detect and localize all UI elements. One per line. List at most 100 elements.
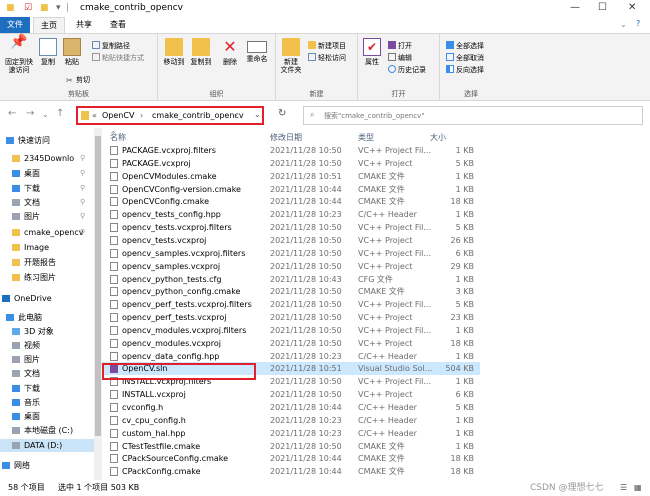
sidebar-item[interactable]: 下载 ⚲ <box>0 182 94 195</box>
open-button[interactable]: 打开 <box>388 41 412 51</box>
table-row[interactable]: INSTALL.vcxproj 2021/11/28 10:50 VC++ Proj… <box>102 388 480 401</box>
table-row[interactable]: opencv_tests.vcxproj 2021/11/28 10:50 VC++… <box>102 234 480 247</box>
table-row[interactable]: opencv_perf_tests.vcxproj 2021/11/28 10:5… <box>102 311 480 324</box>
dropdown-icon[interactable]: ⌄ <box>254 110 261 119</box>
tab-home[interactable]: 主页 <box>33 17 65 33</box>
sidebar-item[interactable]: 图片 <box>0 353 94 366</box>
delete-button[interactable]: ✕ 删除 <box>220 38 240 67</box>
sidebar-item[interactable]: OneDrive <box>0 292 94 305</box>
recent-chevron-icon[interactable]: ⌄ <box>42 110 49 119</box>
chevron-down-icon[interactable]: ⌄ <box>620 20 627 29</box>
table-row[interactable]: PACKAGE.vcxproj.filters 2021/11/28 10:50 V… <box>102 144 480 157</box>
breadcrumb-overflow[interactable]: « <box>92 111 97 120</box>
sidebar-item[interactable]: 本地磁盘 (C:) <box>0 424 94 437</box>
copy-button[interactable]: 复制 <box>38 38 58 66</box>
sidebar-item[interactable]: 开题报告 <box>0 256 94 269</box>
table-row[interactable]: opencv_data_config.hpp 2021/11/28 10:23 C/… <box>102 350 480 363</box>
table-row[interactable]: opencv_modules.vcxproj 2021/11/28 10:50 VC… <box>102 337 480 350</box>
copy-to-button[interactable]: 复制到 <box>189 38 213 66</box>
select-all-button[interactable]: 全部选择 <box>446 41 484 51</box>
pin-icon[interactable]: ⚲ <box>80 226 85 239</box>
refresh-icon[interactable]: ↻ <box>278 108 286 119</box>
table-row[interactable]: CPackSourceConfig.cmake 2021/11/28 10:44 C… <box>102 452 480 465</box>
tab-view[interactable]: 查看 <box>102 17 134 33</box>
move-to-button[interactable]: 移动到 <box>162 38 186 66</box>
table-row[interactable]: OpenCVModules.cmake 2021/11/28 10:51 CMAKE… <box>102 170 480 183</box>
properties-button[interactable]: ✔ 属性 <box>362 38 382 66</box>
sidebar-item[interactable]: 快速访问 <box>0 134 94 147</box>
sidebar-item[interactable]: 练习图片 <box>0 271 94 284</box>
table-row[interactable]: opencv_samples.vcxproj.filters 2021/11/28… <box>102 247 480 260</box>
select-none-button[interactable]: 全部取消 <box>446 53 484 63</box>
sidebar-item[interactable]: 下载 <box>0 382 94 395</box>
rename-button[interactable]: 重命名 <box>244 38 270 63</box>
column-type[interactable]: 类型 <box>358 132 374 143</box>
sidebar-item[interactable]: 桌面 <box>0 410 94 423</box>
scrollbar-thumb[interactable] <box>95 136 101 436</box>
new-folder-button[interactable]: 新建 文件夹 <box>278 38 304 74</box>
table-row[interactable]: OpenCVConfig-version.cmake 2021/11/28 10:… <box>102 183 480 196</box>
table-row[interactable]: custom_hal.hpp 2021/11/28 10:23 C/C++ Head… <box>102 427 480 440</box>
table-row[interactable]: CTestTestfile.cmake 2021/11/28 10:50 CMAKE… <box>102 440 480 453</box>
table-row[interactable]: opencv_perf_tests.vcxproj.filters 2021/11… <box>102 298 480 311</box>
tab-share[interactable]: 共享 <box>68 17 100 33</box>
breadcrumb-opencv[interactable]: OpenCV <box>102 111 134 120</box>
cut-button[interactable]: ✂ 剪切 <box>66 75 90 85</box>
sidebar-item[interactable]: 此电脑 <box>0 311 94 324</box>
pin-icon[interactable]: ⚲ <box>80 182 85 195</box>
pin-button[interactable]: 📌 固定到快 速访问 <box>2 35 36 74</box>
search-input[interactable]: ⌕ 搜索"cmake_contrib_opencv" <box>303 106 643 125</box>
edit-button[interactable]: 编辑 <box>388 53 412 63</box>
forward-arrow-icon[interactable]: → <box>26 108 34 119</box>
sidebar-item[interactable]: 2345Downlo ⚲ <box>0 152 94 165</box>
dropdown-arrow-icon[interactable]: ▾ <box>56 3 61 13</box>
copy-path-button[interactable]: 复制路径 <box>92 41 130 51</box>
table-row[interactable]: opencv_modules.vcxproj.filters 2021/11/28… <box>102 324 480 337</box>
sidebar-item[interactable]: 文档 <box>0 367 94 380</box>
column-size[interactable]: 大小 <box>430 132 446 143</box>
address-box[interactable]: « OpenCV › cmake_contrib_opencv › ⌄ <box>76 106 264 125</box>
sidebar-item[interactable]: 桌面 ⚲ <box>0 167 94 180</box>
easy-access-button[interactable]: 轻松访问 <box>308 53 346 63</box>
sidebar-item[interactable]: 音乐 <box>0 396 94 409</box>
history-button[interactable]: 历史记录 <box>388 65 426 75</box>
table-row[interactable]: cv_cpu_config.h 2021/11/28 10:23 C/C++ Hea… <box>102 414 480 427</box>
back-arrow-icon[interactable]: ← <box>8 108 16 119</box>
maximize-icon[interactable]: ☐ <box>598 2 607 13</box>
table-row[interactable]: opencv_python_tests.cfg 2021/11/28 10:43 C… <box>102 273 480 286</box>
help-icon[interactable]: ? <box>636 19 640 28</box>
table-row[interactable]: cvconfig.h 2021/11/28 10:44 C/C++ Header 5 … <box>102 401 480 414</box>
tab-file[interactable]: 文件 <box>0 17 30 33</box>
up-arrow-icon[interactable]: ↑ <box>56 108 64 119</box>
paste-button[interactable]: 粘贴 <box>62 38 82 66</box>
breadcrumb-current[interactable]: cmake_contrib_opencv <box>152 111 244 120</box>
table-row[interactable]: PACKAGE.vcxproj 2021/11/28 10:50 VC++ Proj… <box>102 157 480 170</box>
minimize-icon[interactable]: — <box>570 2 580 13</box>
paste-shortcut-button[interactable]: 粘贴快捷方式 <box>92 53 144 63</box>
checkbox-icon[interactable]: ☑ <box>24 3 32 13</box>
table-row[interactable]: CPackConfig.cmake 2021/11/28 10:44 CMAKE 文… <box>102 465 480 478</box>
details-view-icon[interactable]: ☰ <box>620 480 627 496</box>
pin-icon[interactable]: ⚲ <box>80 167 85 180</box>
column-date[interactable]: 修改日期 <box>270 132 302 143</box>
table-row[interactable]: opencv_tests_config.hpp 2021/11/28 10:23 C… <box>102 208 480 221</box>
sidebar-item[interactable]: 3D 对象 <box>0 325 94 338</box>
table-row[interactable]: OpenCVConfig.cmake 2021/11/28 10:44 CMAKE … <box>102 195 480 208</box>
tiles-view-icon[interactable]: ▦ <box>634 480 642 496</box>
table-row[interactable]: opencv_python_config.cmake 2021/11/28 10:… <box>102 285 480 298</box>
sidebar-item[interactable]: Image <box>0 241 94 254</box>
sidebar-item[interactable]: 图片 ⚲ <box>0 210 94 223</box>
sidebar-item[interactable]: cmake_opencv ⚲ <box>0 226 94 239</box>
sidebar-item[interactable]: 视频 <box>0 339 94 352</box>
pin-icon[interactable]: ⚲ <box>80 210 85 223</box>
table-row[interactable]: opencv_samples.vcxproj 2021/11/28 10:50 VC… <box>102 260 480 273</box>
new-item-button[interactable]: 新建项目 <box>308 41 346 51</box>
table-row[interactable]: opencv_tests.vcxproj.filters 2021/11/28 1… <box>102 221 480 234</box>
pin-icon[interactable]: ⚲ <box>80 152 85 165</box>
sidebar-item[interactable]: 文档 ⚲ <box>0 196 94 209</box>
column-name[interactable]: 名称 <box>110 132 126 143</box>
sidebar-item[interactable]: 网络 <box>0 459 94 472</box>
close-icon[interactable]: ✕ <box>628 2 636 13</box>
invert-selection-button[interactable]: 反向选择 <box>446 65 484 75</box>
sidebar-item[interactable]: DATA (D:) <box>0 439 94 452</box>
